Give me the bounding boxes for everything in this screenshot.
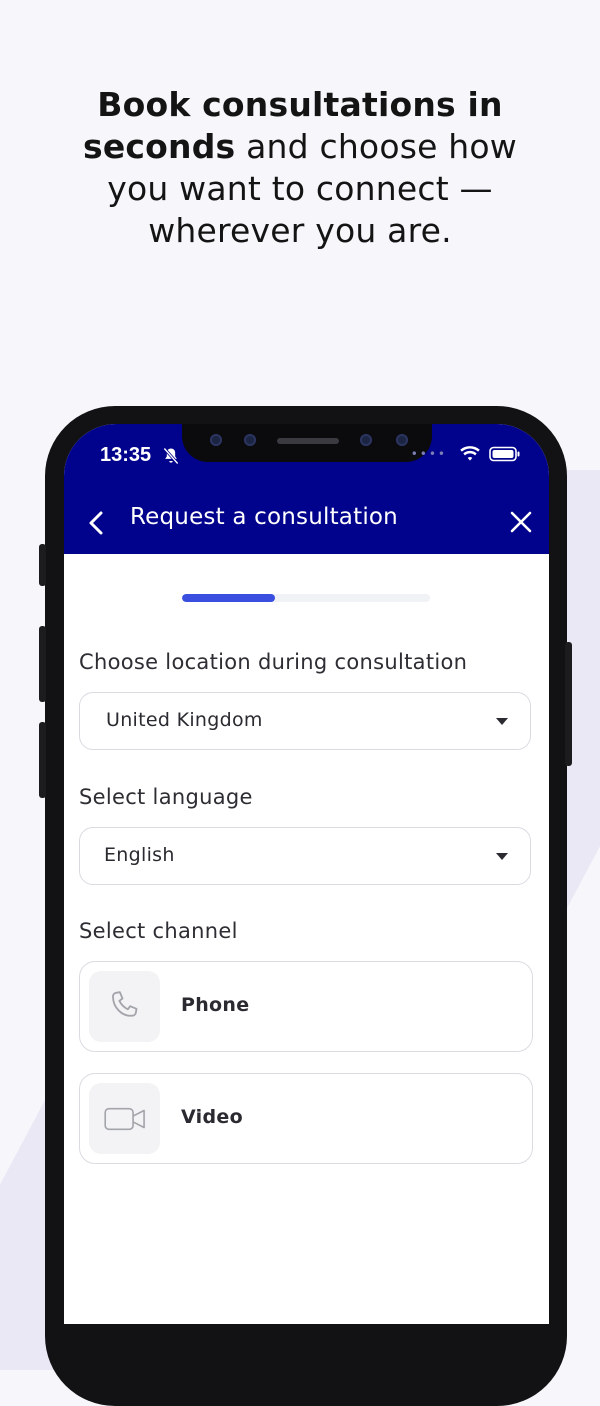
- status-bar: 13:35 •••• Request a consultation: [64, 424, 549, 554]
- phone-power-button: [565, 642, 572, 766]
- speaker-grille: [277, 438, 339, 444]
- headline-bold-word: seconds: [82, 127, 236, 166]
- app-header: Request a consultation: [64, 494, 549, 554]
- channel-option-phone[interactable]: Phone: [79, 961, 533, 1052]
- channel-icon-box: [89, 971, 160, 1042]
- video-camera-icon: [103, 1107, 145, 1130]
- caret-down-icon: [496, 718, 508, 725]
- sensor-dot: [210, 434, 222, 446]
- step-progress-bar: [182, 594, 430, 602]
- channel-label: Select channel: [79, 919, 238, 943]
- signal-dots-icon: ••••: [410, 447, 447, 461]
- headline-line-2: and choose how: [235, 127, 517, 166]
- app-screen: 13:35 •••• Request a consultation Choose…: [64, 424, 549, 1324]
- step-progress-fill: [182, 594, 275, 602]
- wifi-icon: [460, 446, 480, 461]
- page-title: Request a consultation: [130, 504, 398, 530]
- phone-volume-down-button: [39, 722, 46, 798]
- caret-down-icon: [496, 853, 508, 860]
- language-label: Select language: [79, 785, 253, 809]
- front-camera: [244, 434, 256, 446]
- status-time: 13:35: [100, 444, 152, 466]
- phone-side-button: [39, 544, 46, 586]
- channel-option-label: Phone: [181, 994, 250, 1016]
- channel-option-label: Video: [181, 1106, 243, 1128]
- language-select-value: English: [104, 844, 175, 866]
- language-select[interactable]: English: [79, 827, 531, 885]
- sensor-dot: [396, 434, 408, 446]
- headline-line-3: you want to connect —: [107, 169, 493, 208]
- location-select-value: United Kingdom: [106, 709, 263, 731]
- phone-notch: [182, 424, 432, 462]
- sensor-dot: [360, 434, 372, 446]
- phone-volume-up-button: [39, 626, 46, 702]
- channel-icon-box: [89, 1083, 160, 1154]
- phone-icon: [111, 990, 137, 1017]
- chevron-left-icon[interactable]: [82, 508, 112, 538]
- close-icon[interactable]: [507, 508, 535, 536]
- status-icons: ••••: [411, 446, 521, 462]
- location-select[interactable]: United Kingdom: [79, 692, 531, 750]
- battery-icon: [489, 446, 520, 462]
- marketing-headline: Book consultations in seconds and choose…: [0, 84, 600, 252]
- headline-bold-line-1: Book consultations in: [97, 85, 503, 124]
- headline-line-4: wherever you are.: [148, 211, 452, 250]
- channel-option-video[interactable]: Video: [79, 1073, 533, 1164]
- bell-slash-icon: [163, 447, 179, 465]
- location-label: Choose location during consultation: [79, 650, 468, 674]
